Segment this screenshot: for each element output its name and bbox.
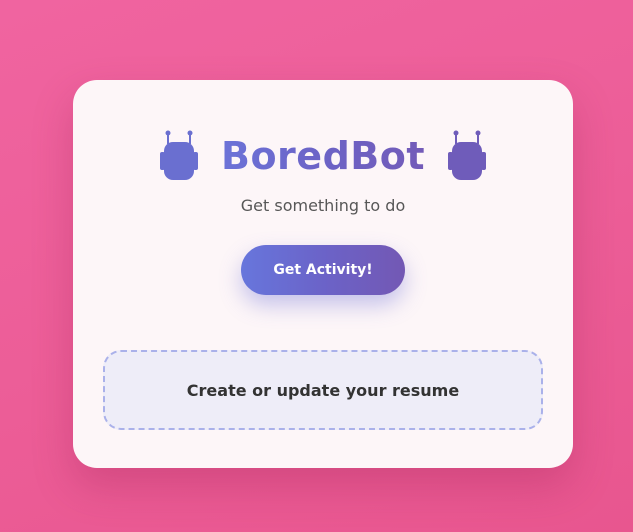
activity-result-box: Create or update your resume: [103, 350, 543, 430]
app-title: BoredBot: [221, 130, 425, 182]
robot-icon: [159, 130, 198, 180]
title-row: BoredBot: [73, 130, 573, 182]
robot-icon: [448, 130, 487, 180]
main-card: BoredBot Get something to do Get Activit…: [73, 80, 573, 468]
get-activity-button[interactable]: Get Activity!: [241, 245, 405, 295]
app-subtitle: Get something to do: [240, 196, 406, 215]
activity-text: Create or update your resume: [186, 380, 460, 400]
